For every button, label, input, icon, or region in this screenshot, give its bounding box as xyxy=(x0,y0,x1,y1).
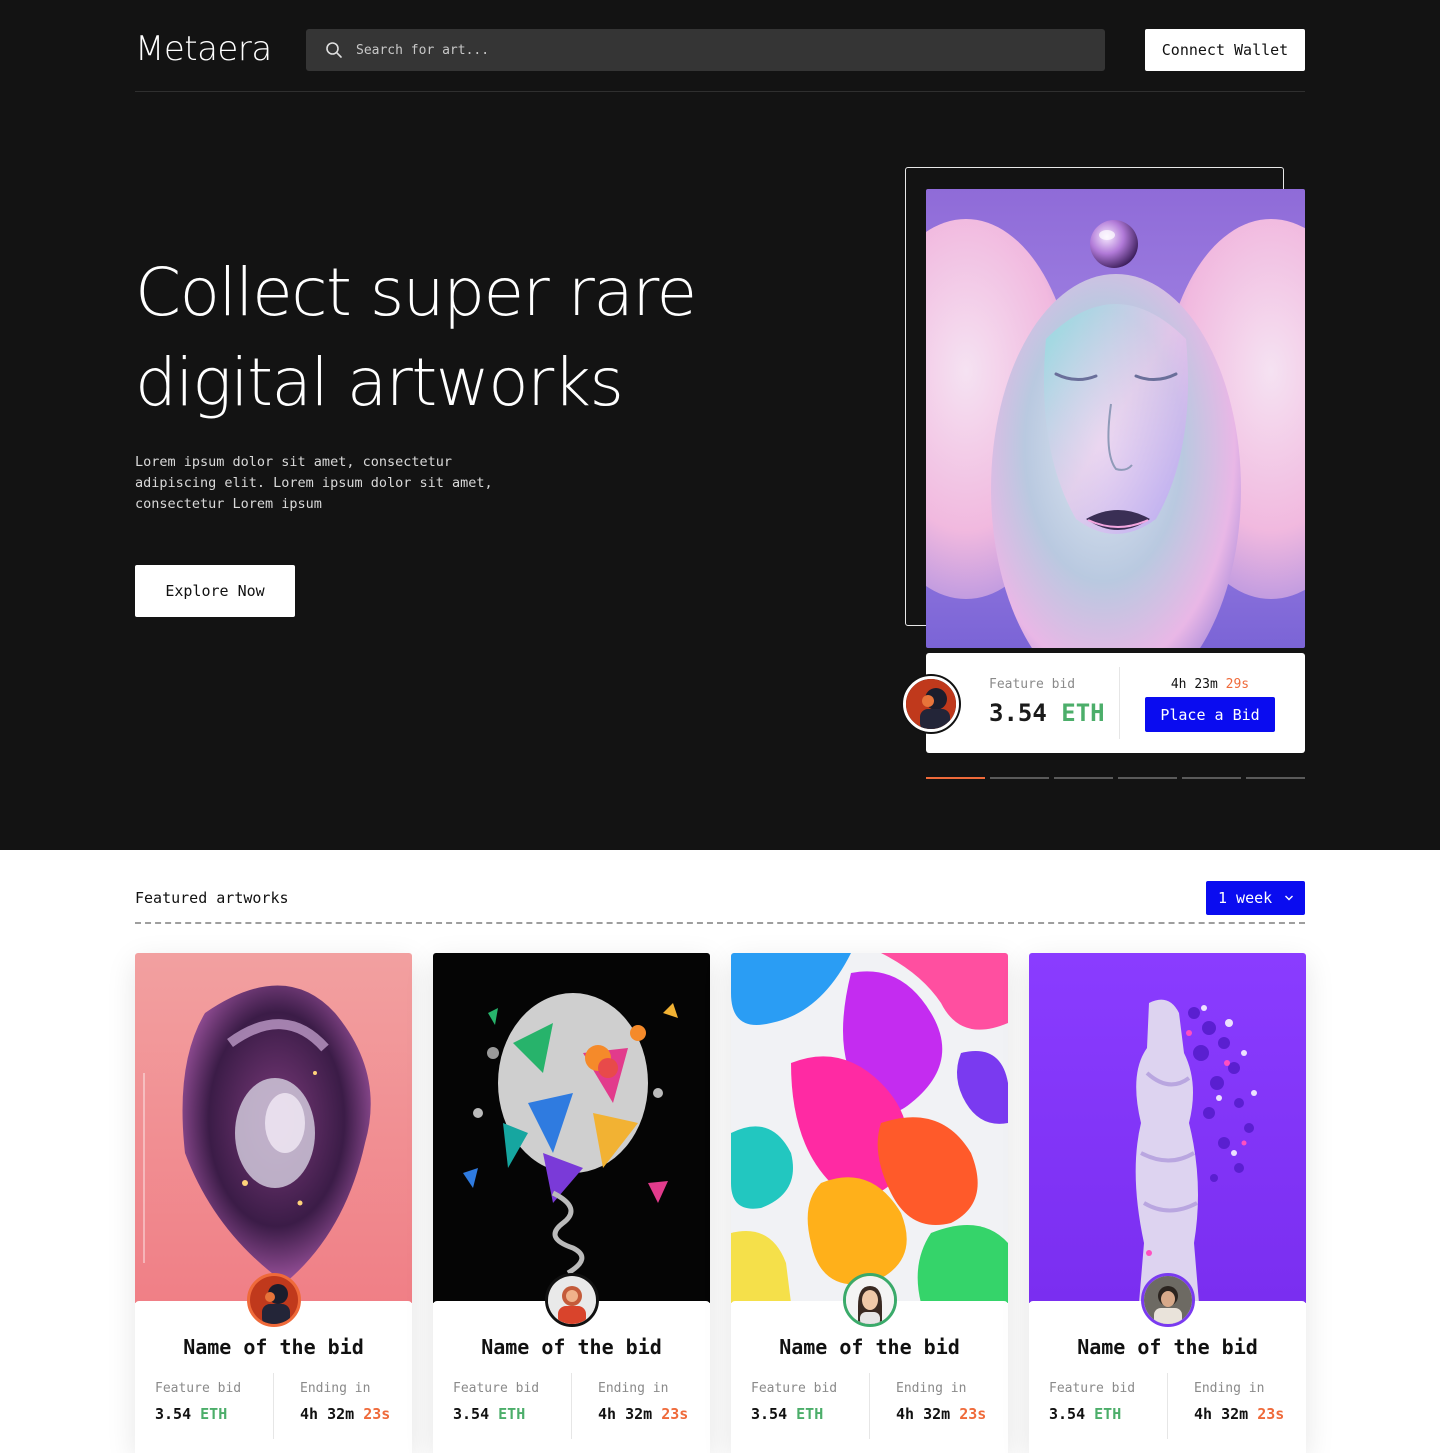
bid-amount: 3.54 xyxy=(453,1405,490,1423)
feature-bid-label: Feature bid xyxy=(453,1381,540,1396)
period-dropdown[interactable]: 1 week xyxy=(1206,881,1305,915)
carousel-indicator[interactable] xyxy=(1118,777,1177,779)
avatar[interactable] xyxy=(1141,1273,1195,1327)
artwork-card[interactable]: Name of the bid Feature bid 3.54 ETH End… xyxy=(433,953,710,1453)
artwork-card[interactable]: Name of the bid Feature bid 3.54 ETH End… xyxy=(1029,953,1306,1453)
chevron-down-icon xyxy=(1285,895,1293,901)
bid-currency: ETH xyxy=(498,1405,526,1423)
place-bid-button[interactable]: Place a Bid xyxy=(1145,697,1275,732)
avatar[interactable] xyxy=(843,1273,897,1327)
card-title: Name of the bid xyxy=(183,1335,364,1359)
search-input[interactable] xyxy=(356,29,1076,71)
card-divider xyxy=(1167,1373,1168,1439)
featured-divider xyxy=(135,922,1305,924)
feature-bid-label: Feature bid xyxy=(1049,1381,1136,1396)
hero-section: Metaera Connect Wallet Collect super rar… xyxy=(0,0,1440,850)
featured-title: Featured artworks xyxy=(135,889,289,907)
hero-description: Lorem ipsum dolor sit amet, consectetur … xyxy=(135,454,493,512)
ending-in-label: Ending in xyxy=(896,1381,967,1396)
bid-amount: 3.54 xyxy=(989,699,1047,727)
ending-in-value: 4h 32m 23s xyxy=(598,1405,688,1423)
bid-divider xyxy=(1119,667,1120,739)
artwork-image[interactable] xyxy=(433,953,710,1303)
top-navbar: Metaera Connect Wallet xyxy=(135,29,1305,71)
ending-in-label: Ending in xyxy=(1194,1381,1265,1396)
carousel-progress xyxy=(926,777,1305,780)
ending-in-label: Ending in xyxy=(598,1381,669,1396)
end-seconds: 23s xyxy=(363,1405,391,1423)
artwork-card[interactable]: Name of the bid Feature bid 3.54 ETH End… xyxy=(135,953,412,1453)
end-seconds: 23s xyxy=(661,1405,689,1423)
feature-bid-value: 3.54 ETH xyxy=(155,1405,227,1423)
connect-wallet-button[interactable]: Connect Wallet xyxy=(1145,29,1305,71)
hero-bid-card: Feature bid 3.54 ETH 4h 23m 29s Place a … xyxy=(926,653,1305,753)
end-main: 4h 32m xyxy=(598,1405,653,1423)
bid-currency: ETH xyxy=(1094,1405,1122,1423)
carousel-indicator[interactable] xyxy=(1246,777,1305,779)
ending-in-value: 4h 32m 23s xyxy=(300,1405,390,1423)
countdown-timer: 4h 23m 29s xyxy=(1145,677,1275,692)
card-title: Name of the bid xyxy=(1077,1335,1258,1359)
carousel-indicator[interactable] xyxy=(1182,777,1241,779)
carousel-indicator[interactable] xyxy=(926,777,985,779)
bid-currency: ETH xyxy=(796,1405,824,1423)
featured-header: Featured artworks 1 week xyxy=(135,880,1305,916)
feature-bid-value: 3.54 ETH xyxy=(453,1405,525,1423)
feature-bid-value: 3.54 ETH xyxy=(751,1405,823,1423)
end-main: 4h 32m xyxy=(300,1405,355,1423)
artwork-image[interactable] xyxy=(731,953,1008,1303)
avatar[interactable] xyxy=(247,1273,301,1327)
bid-amount: 3.54 xyxy=(1049,1405,1086,1423)
feature-bid-label: Feature bid xyxy=(751,1381,838,1396)
feature-bid-value: 3.54 ETH xyxy=(1049,1405,1121,1423)
end-seconds: 23s xyxy=(1257,1405,1285,1423)
artwork-image[interactable] xyxy=(1029,953,1306,1303)
hero-headline: Collect super rare digital artworks xyxy=(135,248,755,428)
bid-amount: 3.54 xyxy=(751,1405,788,1423)
avatar[interactable] xyxy=(545,1273,599,1327)
card-divider xyxy=(869,1373,870,1439)
ending-in-label: Ending in xyxy=(300,1381,371,1396)
artwork-image[interactable] xyxy=(135,953,412,1303)
ending-in-value: 4h 32m 23s xyxy=(896,1405,986,1423)
end-seconds: 23s xyxy=(959,1405,987,1423)
end-main: 4h 32m xyxy=(1194,1405,1249,1423)
logo[interactable]: Metaera xyxy=(135,29,272,71)
headline-line-1: Collect super rare xyxy=(135,254,697,331)
bid-currency: ETH xyxy=(1061,699,1105,727)
timer-main: 4h 23m xyxy=(1170,677,1218,692)
carousel-indicator[interactable] xyxy=(1054,777,1113,779)
headline-line-2: digital artworks xyxy=(135,344,624,421)
timer-seconds: 29s xyxy=(1225,677,1250,692)
card-divider xyxy=(571,1373,572,1439)
bid-amount: 3.54 xyxy=(155,1405,192,1423)
card-title: Name of the bid xyxy=(779,1335,960,1359)
header-divider xyxy=(135,91,1305,92)
feature-bid-value: 3.54 ETH xyxy=(989,699,1105,727)
card-title: Name of the bid xyxy=(481,1335,662,1359)
search-icon xyxy=(326,42,342,58)
ending-in-value: 4h 32m 23s xyxy=(1194,1405,1284,1423)
artwork-card[interactable]: Name of the bid Feature bid 3.54 ETH End… xyxy=(731,953,1008,1453)
period-label: 1 week xyxy=(1218,889,1273,907)
search-bar[interactable] xyxy=(306,29,1105,71)
featured-artwork-image[interactable] xyxy=(926,189,1305,648)
end-main: 4h 32m xyxy=(896,1405,951,1423)
bid-currency: ETH xyxy=(200,1405,228,1423)
feature-bid-label: Feature bid xyxy=(155,1381,242,1396)
avatar[interactable] xyxy=(903,676,959,732)
explore-now-button[interactable]: Explore Now xyxy=(135,565,295,617)
carousel-indicator[interactable] xyxy=(990,777,1049,779)
card-divider xyxy=(273,1373,274,1439)
feature-bid-label: Feature bid xyxy=(989,677,1076,692)
